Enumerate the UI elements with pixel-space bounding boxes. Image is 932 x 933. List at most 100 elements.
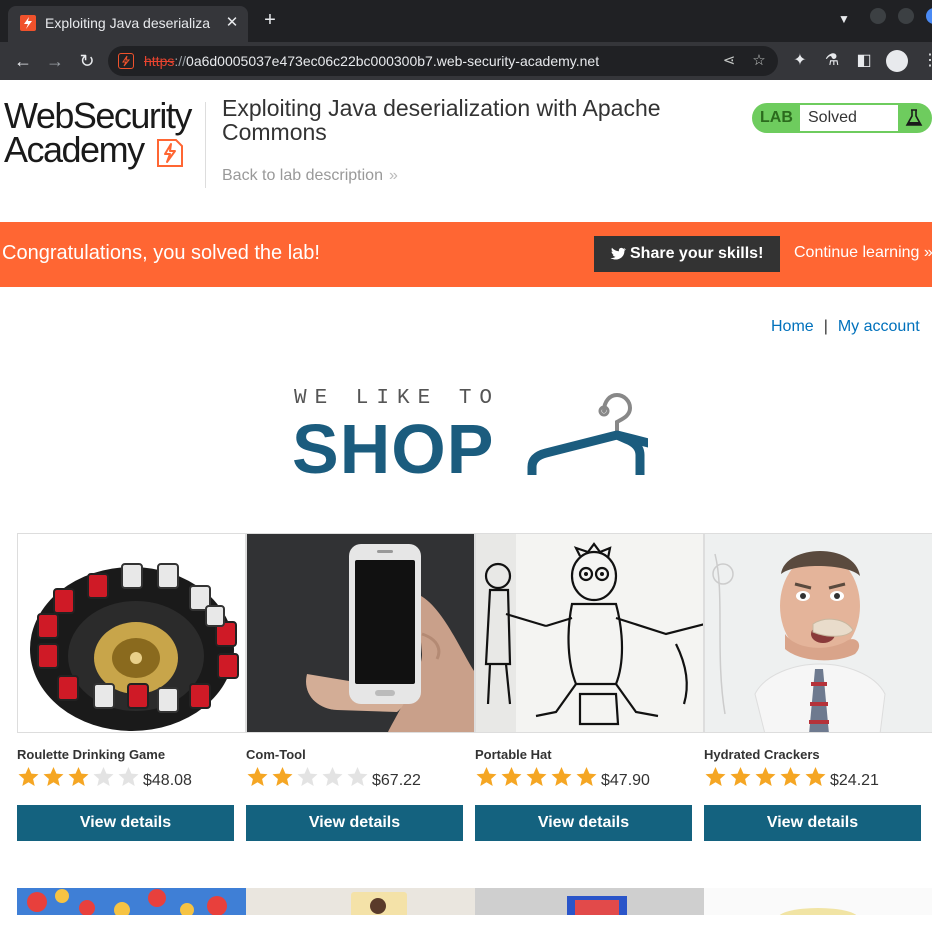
- lab-status-badge: LAB Solved: [752, 103, 932, 133]
- star-filled-icon: [705, 767, 726, 786]
- lab-status-text: Solved: [800, 105, 898, 131]
- lab-label: LAB: [760, 109, 793, 126]
- continue-chevron-icon: »: [923, 244, 932, 261]
- star-empty-icon: [347, 767, 368, 786]
- star-filled-icon: [247, 767, 268, 786]
- browser-tab[interactable]: Exploiting Java deserializa ✕: [8, 6, 248, 42]
- continue-learning-link[interactable]: Continue learning »: [794, 244, 932, 262]
- star-filled-icon: [476, 767, 497, 786]
- phone-in-hand-image[interactable]: [246, 533, 475, 733]
- logo-bolt-icon: [157, 139, 183, 167]
- reload-icon[interactable]: ↻: [76, 50, 98, 72]
- shop-tagline: WE LIKE TO: [294, 387, 501, 410]
- star-filled-icon: [755, 767, 776, 786]
- star-filled-icon: [780, 767, 801, 786]
- tab-search-chevron-icon[interactable]: ▼: [838, 12, 850, 26]
- back-to-lab-description-link[interactable]: Back to lab description »: [222, 167, 398, 185]
- back-arrow-icon[interactable]: ←: [12, 50, 34, 72]
- url-separator: ://: [174, 53, 187, 69]
- continue-learning-label: Continue learning: [794, 244, 920, 261]
- close-tab-icon[interactable]: ✕: [224, 15, 240, 31]
- window-maximize-button[interactable]: [898, 8, 914, 24]
- product-rating: [475, 766, 600, 790]
- star-empty-icon: [118, 767, 139, 786]
- star-filled-icon: [272, 767, 293, 786]
- product-rating: [704, 766, 829, 790]
- product-price: $48.08: [143, 772, 192, 789]
- star-empty-icon: [297, 767, 318, 786]
- product-name: Com-Tool: [246, 747, 306, 762]
- product-rating: [17, 766, 142, 790]
- back-link-label: Back to lab description: [222, 167, 383, 184]
- home-link[interactable]: Home: [771, 318, 814, 335]
- product-price: $67.22: [372, 772, 421, 789]
- window-minimize-button[interactable]: [870, 8, 886, 24]
- nav-separator: |: [823, 318, 828, 335]
- we-like-to-shop-logo: WE LIKE TO SHOP: [292, 385, 652, 485]
- cartoon-sketch-image[interactable]: [475, 533, 704, 733]
- twitter-bird-icon: [610, 247, 626, 260]
- tab-title: Exploiting Java deserializa: [45, 15, 210, 31]
- view-details-button[interactable]: View details: [704, 805, 921, 841]
- view-details-button[interactable]: View details: [475, 805, 692, 841]
- forward-arrow-icon[interactable]: →: [44, 50, 66, 72]
- browser-toolbar: ← → ↻ https://0a6d0005037e473ec06c22bc00…: [0, 42, 932, 80]
- flask-extension-icon[interactable]: ⚗: [822, 51, 842, 71]
- share-skills-button[interactable]: Share your skills!: [594, 236, 780, 272]
- logo-text-line2: Academy: [4, 129, 145, 170]
- url-scheme: https: [144, 53, 175, 69]
- bookmark-star-icon[interactable]: ☆: [750, 52, 768, 70]
- product-name: Portable Hat: [475, 747, 552, 762]
- man-eating-cracker-image[interactable]: [704, 533, 932, 733]
- extensions-puzzle-icon[interactable]: ✦: [790, 51, 810, 71]
- product-rating: [246, 766, 371, 790]
- product-name: Roulette Drinking Game: [17, 747, 166, 762]
- star-empty-icon: [322, 767, 343, 786]
- profile-avatar-icon[interactable]: [886, 50, 908, 72]
- product-grid: Roulette Drinking Game $48.08 View detai…: [17, 533, 932, 933]
- web-security-academy-logo[interactable]: WebSecurity Academy: [4, 98, 204, 178]
- url-host: 0a6d0005037e473ec06c22bc000300b7.web-sec…: [186, 53, 600, 69]
- star-filled-icon: [730, 767, 751, 786]
- star-filled-icon: [501, 767, 522, 786]
- page-nav: Home | My account: [771, 318, 920, 336]
- lab-header: WebSecurity Academy Exploiting Java dese…: [0, 80, 932, 222]
- star-empty-icon: [93, 767, 114, 786]
- browser-menu-icon[interactable]: ⋮: [920, 51, 932, 71]
- window-close-button[interactable]: [926, 8, 932, 24]
- star-filled-icon: [551, 767, 572, 786]
- share-icon[interactable]: ⋖: [720, 52, 738, 70]
- product-price: $24.21: [830, 772, 879, 789]
- my-account-link[interactable]: My account: [838, 318, 920, 335]
- shop-word: SHOP: [292, 410, 495, 488]
- view-details-button[interactable]: View details: [246, 805, 463, 841]
- solved-banner: Congratulations, you solved the lab! Sha…: [0, 222, 932, 287]
- address-bar[interactable]: https://0a6d0005037e473ec06c22bc000300b7…: [108, 46, 778, 76]
- solved-flask-icon: [905, 109, 923, 126]
- balloons-image[interactable]: [17, 888, 246, 915]
- star-filled-icon: [18, 767, 39, 786]
- congratulations-message: Congratulations, you solved the lab!: [2, 242, 320, 264]
- view-details-button[interactable]: View details: [17, 805, 234, 841]
- product-name: Hydrated Crackers: [704, 747, 820, 762]
- product-image[interactable]: [704, 888, 932, 915]
- share-skills-label: Share your skills!: [630, 245, 764, 262]
- star-filled-icon: [68, 767, 89, 786]
- clothes-hanger-icon: [527, 392, 648, 475]
- star-filled-icon: [526, 767, 547, 786]
- browser-tab-bar: Exploiting Java deserializa ✕ + ▼: [0, 0, 932, 42]
- not-secure-icon[interactable]: [118, 53, 134, 69]
- url-text[interactable]: https://0a6d0005037e473ec06c22bc000300b7…: [144, 53, 599, 69]
- lab-title: Exploiting Java deserialization with Apa…: [222, 95, 661, 145]
- portrait-image[interactable]: [246, 888, 475, 915]
- side-panel-icon[interactable]: ◧: [854, 51, 874, 71]
- header-divider: [205, 102, 206, 188]
- product-price: $47.90: [601, 772, 650, 789]
- star-filled-icon: [805, 767, 826, 786]
- new-tab-button[interactable]: +: [260, 10, 280, 30]
- star-filled-icon: [576, 767, 597, 786]
- double-chevron-right-icon: »: [388, 167, 398, 184]
- roulette-image[interactable]: [17, 533, 246, 733]
- colorful-poster-image[interactable]: [475, 888, 704, 915]
- star-filled-icon: [43, 767, 64, 786]
